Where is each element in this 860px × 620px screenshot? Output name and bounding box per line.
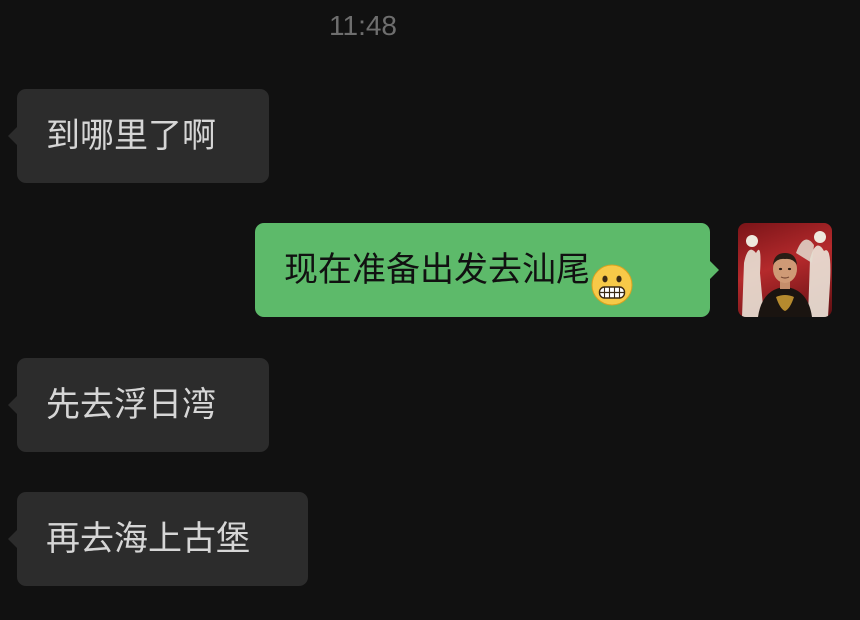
incoming-message-bubble[interactable]: 到哪里了啊 (8, 89, 269, 183)
user-avatar-photo-icon (742, 231, 831, 317)
chat-view: 11:48 到哪里了啊 现在准备出发去汕尾 先去浮日湾 再去海上古堡 (0, 0, 860, 620)
message-text: 先去浮日湾 (46, 385, 216, 425)
message-text: 再去海上古堡 (46, 519, 250, 559)
message-text: 现在准备出发去汕尾 (284, 250, 590, 290)
user-avatar[interactable] (738, 223, 832, 317)
incoming-message-bubble[interactable]: 再去海上古堡 (8, 492, 308, 586)
message-timestamp: 11:48 (329, 10, 397, 41)
incoming-message-bubble[interactable]: 先去浮日湾 (8, 358, 269, 452)
message-text: 到哪里了啊 (46, 116, 216, 156)
grimacing-face-emoji-icon (591, 248, 633, 305)
outgoing-message-bubble[interactable]: 现在准备出发去汕尾 (255, 223, 719, 317)
